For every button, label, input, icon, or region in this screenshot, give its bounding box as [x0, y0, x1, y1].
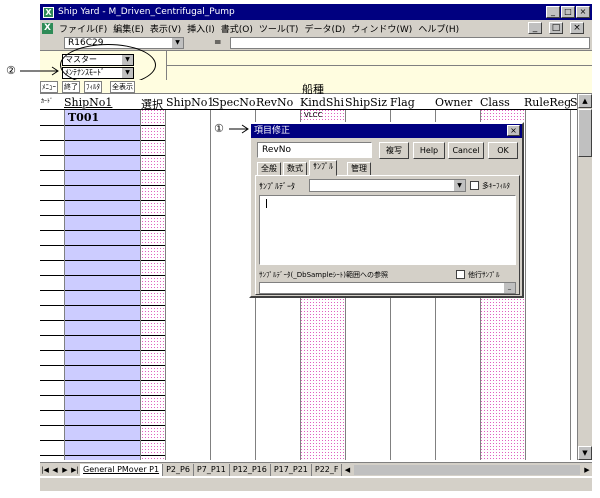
tab-sample[interactable]: ｻﾝﾌﾟﾙ: [309, 160, 337, 176]
menu-format[interactable]: 書式(O): [221, 22, 253, 35]
exit-button[interactable]: 終了: [62, 81, 80, 93]
sheet-tab[interactable]: P7_P11: [194, 463, 230, 476]
scroll-left-icon[interactable]: ◀: [342, 466, 352, 474]
workbook-icon[interactable]: X: [42, 22, 53, 34]
first-sheet-icon[interactable]: |◀: [40, 466, 50, 474]
filter-button[interactable]: ﾌｨﾙﾀ: [84, 81, 102, 93]
edit-item-dialog: 項目修正 × RevNo 複写 Help Cancel OK 全般 数式 ｻﾝﾌ…: [249, 122, 524, 298]
dialog-close-icon[interactable]: ×: [507, 125, 520, 136]
minimize-button[interactable]: _: [546, 6, 560, 18]
row-label-header: ｶｰﾄﾞ: [41, 98, 54, 105]
action-button-row: ﾒﾆｭｰ 終了 ﾌｨﾙﾀ 全表示 船種: [40, 80, 592, 96]
dialog-title: 項目修正: [254, 126, 291, 136]
menu-window[interactable]: ウィンドウ(W): [351, 22, 412, 35]
sheet-tab-general[interactable]: General PMover P1: [80, 463, 164, 476]
menu-help[interactable]: ヘルプ(H): [418, 22, 459, 35]
sample-data-select[interactable]: ▼: [309, 179, 466, 192]
formula-input[interactable]: [230, 37, 590, 49]
doc-close-button[interactable]: ×: [570, 22, 584, 34]
item-name-field[interactable]: RevNo: [257, 142, 372, 158]
column-header[interactable]: Flag: [390, 96, 415, 109]
column-header[interactable]: Class: [480, 96, 510, 109]
menu-edit[interactable]: 編集(E): [113, 22, 144, 35]
sheet-tab[interactable]: P12_P16: [230, 463, 271, 476]
doc-restore-button[interactable]: □: [549, 22, 563, 34]
scroll-thumb[interactable]: [578, 109, 592, 157]
window-title-bar: X Ship Yard - M_Driven_Centrifugal_Pump …: [40, 4, 592, 20]
column-header[interactable]: ShipNo1: [166, 96, 214, 109]
close-button[interactable]: ×: [576, 6, 590, 18]
range-picker-icon[interactable]: _: [504, 283, 515, 293]
sample-data-textarea[interactable]: [259, 195, 516, 265]
toolbar-divider: [166, 65, 592, 66]
tab-general[interactable]: 全般: [257, 162, 281, 176]
multi-key-checkbox[interactable]: [470, 181, 479, 190]
other-row-sample-label: 他行ｻﾝﾌﾟﾙ: [468, 271, 500, 279]
next-sheet-icon[interactable]: ▶: [60, 466, 70, 474]
excel-app-icon[interactable]: X: [43, 6, 54, 18]
column-header[interactable]: RevNo: [256, 96, 293, 109]
sheet-tab[interactable]: P2_P6: [163, 463, 194, 476]
cancel-button[interactable]: Cancel: [448, 142, 484, 159]
tab-formula[interactable]: 数式: [283, 162, 307, 176]
column-header[interactable]: SpecNo: [212, 96, 256, 109]
scroll-up-icon[interactable]: ▲: [578, 94, 592, 108]
text-cursor: [266, 199, 267, 208]
range-ref-input[interactable]: _: [259, 282, 516, 294]
callout-arrow-icon: [20, 66, 59, 76]
status-bar: [40, 477, 592, 491]
menu-view[interactable]: 表示(V): [150, 22, 181, 35]
sheet-tab[interactable]: P17_P21: [271, 463, 312, 476]
menu-bar: X ファイル(F) 編集(E) 表示(V) 挿入(I) 書式(O) ツール(T)…: [40, 20, 592, 36]
menu-button[interactable]: ﾒﾆｭｰ: [40, 81, 58, 93]
column-header[interactable]: RuleReg: [524, 96, 571, 109]
vertical-scrollbar[interactable]: ▲ ▼: [577, 94, 592, 460]
callout-two: ②: [6, 64, 16, 77]
cell-kind-value[interactable]: VLCC: [304, 111, 322, 119]
chevron-down-icon[interactable]: ▼: [172, 38, 183, 48]
sample-data-label: ｻﾝﾌﾟﾙﾃﾞｰﾀ: [259, 182, 295, 191]
sheet-tab-bar: |◀ ◀ ▶ ▶| General PMover P1 P2_P6 P7_P11…: [40, 462, 592, 476]
column-header[interactable]: ShipNo1: [64, 96, 112, 109]
callout-one: ①: [214, 122, 224, 135]
callout-arrow-icon: [229, 124, 249, 134]
other-row-sample-checkbox[interactable]: [456, 270, 465, 279]
menu-tools[interactable]: ツール(T): [259, 22, 299, 35]
column-header-row: ｶｰﾄﾞ ShipNo1 選択 ShipNo1 SpecNo RevNo Kin…: [40, 94, 578, 111]
formula-equals-button[interactable]: =: [214, 38, 222, 48]
show-all-button[interactable]: 全表示: [110, 81, 135, 93]
sample-tab-panel: ｻﾝﾌﾟﾙﾃﾞｰﾀ ▼ 多ｷｰﾌｨﾙﾀ ｻﾝﾌﾟﾙﾃﾞｰﾀ(_DbSampleｼ…: [255, 175, 520, 295]
menu-data[interactable]: データ(D): [304, 22, 345, 35]
column-header[interactable]: Owner: [435, 96, 472, 109]
cell-first-value[interactable]: T001: [68, 111, 99, 124]
column-header[interactable]: KindShi: [300, 96, 344, 109]
menu-insert[interactable]: 挿入(I): [187, 22, 215, 35]
column-header[interactable]: ShipSiz: [345, 96, 387, 109]
ok-button[interactable]: OK: [488, 142, 518, 159]
toolbar-divider: [166, 51, 167, 81]
menu-file[interactable]: ファイル(F): [59, 22, 107, 35]
copy-button[interactable]: 複写: [379, 142, 409, 159]
sample-range-ref-label: ｻﾝﾌﾟﾙﾃﾞｰﾀ(_DbSampleｼｰﾄ)範囲への参照: [259, 271, 389, 279]
maximize-button[interactable]: □: [561, 6, 575, 18]
sheet-tab[interactable]: P22_F: [312, 463, 343, 476]
doc-minimize-button[interactable]: _: [528, 22, 542, 34]
scroll-down-icon[interactable]: ▼: [578, 446, 592, 460]
window-title: Ship Yard - M_Driven_Centrifugal_Pump: [58, 7, 235, 17]
chevron-down-icon[interactable]: ▼: [454, 180, 465, 191]
help-button[interactable]: Help: [413, 142, 445, 159]
tab-manage[interactable]: 管理: [347, 162, 371, 176]
multi-key-label: 多ｷｰﾌｨﾙﾀ: [482, 182, 510, 190]
last-sheet-icon[interactable]: ▶|: [70, 466, 80, 474]
scroll-right-icon[interactable]: ▶: [582, 466, 592, 474]
dialog-title-bar: 項目修正 ×: [251, 124, 522, 138]
horizontal-scrollbar[interactable]: [354, 464, 580, 475]
prev-sheet-icon[interactable]: ◀: [50, 466, 60, 474]
